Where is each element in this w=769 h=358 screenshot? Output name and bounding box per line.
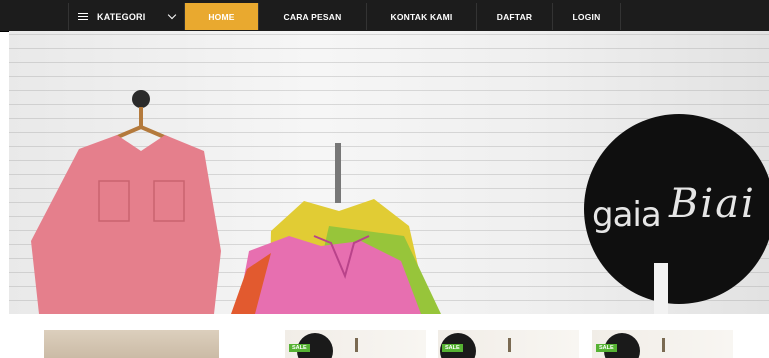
nav-home[interactable]: HOME xyxy=(185,3,259,30)
pink-jacket xyxy=(31,135,221,314)
logo-script: Biai xyxy=(669,181,756,227)
product-card[interactable]: SALE xyxy=(592,330,733,358)
sale-badge: SALE xyxy=(596,344,617,352)
product-image-detail xyxy=(508,338,511,352)
nav-menu: KATEGORI HOME CARA PESAN KONTAK KAMI DAF… xyxy=(68,3,621,30)
category-dropdown[interactable]: KATEGORI xyxy=(69,3,185,30)
top-navbar: KATEGORI HOME CARA PESAN KONTAK KAMI DAF… xyxy=(0,0,769,32)
nav-kontak-kami[interactable]: KONTAK KAMI xyxy=(367,3,477,30)
product-image-detail xyxy=(662,338,665,352)
sign-stand xyxy=(654,263,668,314)
nav-cara-pesan[interactable]: CARA PESAN xyxy=(259,3,367,30)
featured-product-thumb[interactable] xyxy=(44,330,219,358)
nav-daftar[interactable]: DAFTAR xyxy=(477,3,553,30)
hero-image xyxy=(31,90,769,314)
category-label: KATEGORI xyxy=(97,11,146,22)
wall-hook xyxy=(132,90,150,108)
product-image-detail xyxy=(355,338,358,352)
sale-badge: SALE xyxy=(442,344,463,352)
rack-pole xyxy=(335,143,341,203)
hamburger-icon xyxy=(78,12,88,21)
chevron-down-icon xyxy=(167,10,177,20)
sale-badge: SALE xyxy=(289,344,310,352)
hero-banner[interactable]: gaia Biai xyxy=(9,31,769,314)
hanger xyxy=(112,107,170,141)
logo-word: gaia xyxy=(592,195,662,235)
nav-login[interactable]: LOGIN xyxy=(553,3,621,30)
product-strip: SALE SALE SALE xyxy=(0,314,769,358)
product-card[interactable]: SALE xyxy=(285,330,426,358)
product-card[interactable]: SALE xyxy=(438,330,579,358)
